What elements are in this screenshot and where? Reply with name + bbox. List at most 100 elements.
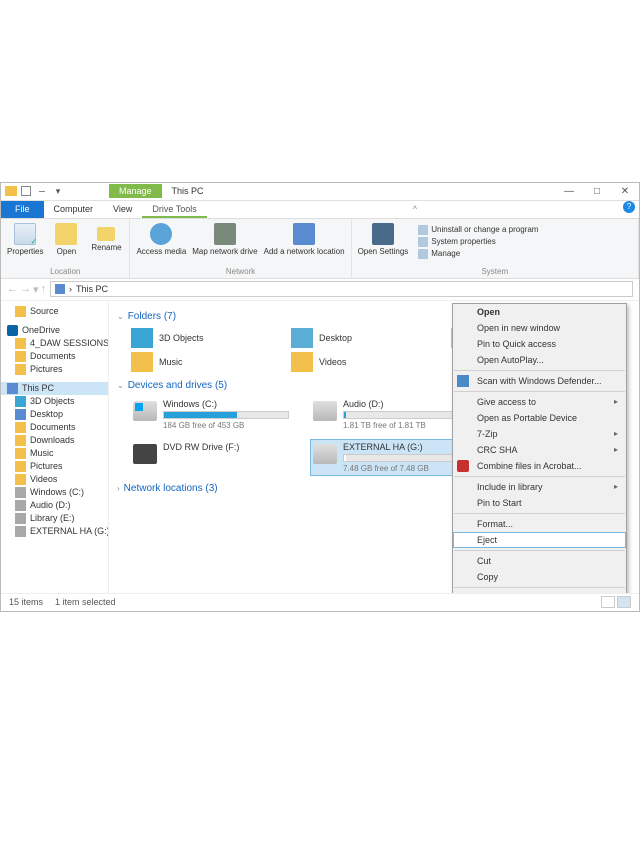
nav-item[interactable]: Documents <box>1 350 108 363</box>
nav-item[interactable]: Music <box>1 447 108 460</box>
folder-item[interactable]: Videos <box>291 352 421 372</box>
nav-item[interactable]: 3D Objects <box>1 395 108 408</box>
ctx-create-shortcut[interactable]: Create shortcut <box>453 590 626 593</box>
nav-drive[interactable]: Windows (C:) <box>1 486 108 499</box>
tab-computer[interactable]: Computer <box>44 201 104 218</box>
ribbon-group-system: Open Settings Uninstall or change a prog… <box>352 219 639 278</box>
forward-button[interactable]: → <box>20 283 31 296</box>
access-media-button[interactable]: Access media <box>136 223 186 256</box>
folder-item[interactable]: 3D Objects <box>131 328 261 348</box>
drive-free-text: 184 GB free of 453 GB <box>163 421 289 430</box>
view-details-button[interactable] <box>601 596 615 608</box>
chevron-right-icon: ▸ <box>614 429 618 438</box>
ctx-copy[interactable]: Copy <box>453 569 626 585</box>
ctx-portable-device[interactable]: Open as Portable Device <box>453 410 626 426</box>
ctx-pin-start[interactable]: Pin to Start <box>453 495 626 511</box>
help-icon[interactable]: ? <box>623 201 635 213</box>
drive-name: EXTERNAL HA (G:) <box>343 442 469 452</box>
ctx-crc-sha[interactable]: CRC SHA▸ <box>453 442 626 458</box>
map-drive-button[interactable]: Map network drive <box>192 223 257 256</box>
chevron-right-icon: ▸ <box>614 445 618 454</box>
folder-icon <box>15 338 26 349</box>
qat-dropdown-icon[interactable]: ▾ <box>51 184 65 198</box>
drive-item-audio[interactable]: Audio (D:) 1.81 TB free of 1.81 TB <box>311 397 471 432</box>
drive-usage-bar <box>343 411 469 419</box>
nav-this-pc[interactable]: This PC <box>1 382 108 395</box>
ctx-format[interactable]: Format... <box>453 516 626 532</box>
address-bar[interactable]: › This PC <box>50 281 633 297</box>
nav-item[interactable]: Pictures <box>1 460 108 473</box>
breadcrumb-arrow[interactable]: › <box>69 284 72 294</box>
drive-name: Windows (C:) <box>163 399 289 409</box>
manage-button[interactable]: Manage <box>418 249 538 259</box>
maximize-button[interactable]: □ <box>583 182 611 200</box>
tab-file[interactable]: File <box>1 201 44 218</box>
ctx-give-access[interactable]: Give access to▸ <box>453 394 626 410</box>
nav-item[interactable]: Documents <box>1 421 108 434</box>
drive-item-windows[interactable]: Windows (C:) 184 GB free of 453 GB <box>131 397 291 432</box>
navigation-pane: Source OneDrive 4_DAW SESSIONS Documents… <box>1 301 109 593</box>
drive-icon <box>313 444 337 464</box>
folder-icon[interactable] <box>5 186 17 196</box>
ctx-pin-quick-access[interactable]: Pin to Quick access <box>453 336 626 352</box>
context-menu: Open Open in new window Pin to Quick acc… <box>452 303 627 593</box>
breadcrumb[interactable]: This PC <box>76 284 108 294</box>
window-controls: — □ ✕ <box>555 182 639 200</box>
nav-item[interactable]: Downloads <box>1 434 108 447</box>
close-button[interactable]: ✕ <box>611 182 639 200</box>
drive-item-dvd[interactable]: DVD RW Drive (F:) <box>131 440 291 475</box>
onedrive-icon <box>7 325 18 336</box>
qat-button[interactable] <box>19 184 33 198</box>
ctx-eject[interactable]: Eject <box>453 532 626 548</box>
rename-button[interactable]: Rename <box>89 223 123 252</box>
ribbon-tabs: File Computer View Drive Tools ^ ? <box>1 201 639 219</box>
nav-drive[interactable]: Audio (D:) <box>1 499 108 512</box>
this-pc-icon <box>7 383 18 394</box>
ctx-7zip[interactable]: 7-Zip▸ <box>453 426 626 442</box>
open-settings-button[interactable]: Open Settings <box>358 223 409 256</box>
ctx-include-library[interactable]: Include in library▸ <box>453 479 626 495</box>
ctx-acrobat-combine[interactable]: Combine files in Acrobat... <box>453 458 626 474</box>
drive-free-text: 7.48 GB free of 7.48 GB <box>343 464 469 473</box>
nav-drive[interactable]: Library (E:) <box>1 512 108 525</box>
drive-item-external[interactable]: EXTERNAL HA (G:) 7.48 GB free of 7.48 GB <box>311 440 471 475</box>
address-bar-row: ← → ▾ ↑ › This PC <box>1 279 639 301</box>
ctx-open[interactable]: Open <box>453 304 626 320</box>
nav-item[interactable]: Desktop <box>1 408 108 421</box>
ctx-cut[interactable]: Cut <box>453 553 626 569</box>
back-button[interactable]: ← <box>7 283 18 296</box>
nav-onedrive[interactable]: OneDrive <box>1 324 108 337</box>
drive-usage-bar <box>343 454 469 462</box>
status-selection: 1 item selected <box>55 597 116 607</box>
nav-item[interactable]: Videos <box>1 473 108 486</box>
open-button[interactable]: Open <box>49 223 83 256</box>
separator <box>454 550 625 551</box>
system-properties-button[interactable]: System properties <box>418 237 538 247</box>
nav-item[interactable]: Pictures <box>1 363 108 376</box>
nav-item[interactable]: 4_DAW SESSIONS <box>1 337 108 350</box>
folder-item[interactable]: Music <box>131 352 261 372</box>
manage-contextual-tab[interactable]: Manage <box>109 184 162 198</box>
folder-icon <box>15 351 26 362</box>
ctx-open-autoplay[interactable]: Open AutoPlay... <box>453 352 626 368</box>
nav-source[interactable]: Source <box>1 305 108 318</box>
ctx-scan-defender[interactable]: Scan with Windows Defender... <box>453 373 626 389</box>
recent-button[interactable]: ▾ <box>33 283 39 296</box>
minimize-button[interactable]: — <box>555 182 583 200</box>
ribbon-collapse-icon[interactable]: ^ <box>407 201 423 218</box>
properties-button[interactable]: Properties <box>7 223 43 256</box>
uninstall-program-button[interactable]: Uninstall or change a program <box>418 225 538 235</box>
up-button[interactable]: ↑ <box>41 283 47 296</box>
tab-view[interactable]: View <box>103 201 142 218</box>
add-network-location-button[interactable]: Add a network location <box>264 223 345 256</box>
nav-drive[interactable]: EXTERNAL HA (G:) <box>1 525 108 538</box>
ctx-open-new-window[interactable]: Open in new window <box>453 320 626 336</box>
view-large-button[interactable] <box>617 596 631 608</box>
ribbon-group-label: System <box>358 265 632 276</box>
tab-drive-tools[interactable]: Drive Tools <box>142 201 206 218</box>
folder-item[interactable]: Desktop <box>291 328 421 348</box>
folder-icon <box>15 448 26 459</box>
manage-icon <box>418 249 428 259</box>
folder-icon <box>15 461 26 472</box>
drive-icon <box>313 401 337 421</box>
